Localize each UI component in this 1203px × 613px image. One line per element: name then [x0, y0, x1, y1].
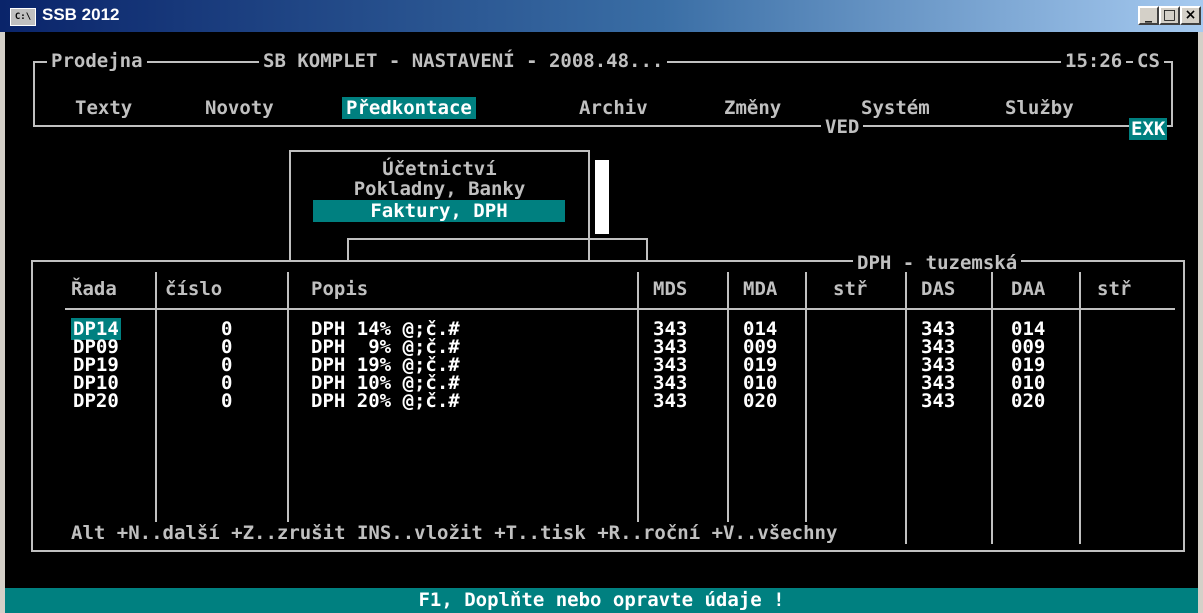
window-frame-right — [1198, 32, 1203, 613]
panel-title: DPH - tuzemská — [853, 252, 1022, 274]
cell-mda[interactable]: 020 — [743, 390, 777, 412]
cell-rada[interactable]: DP20 — [73, 390, 119, 412]
column-header-das[interactable]: DAS — [921, 278, 955, 300]
cell-mds[interactable]: 343 — [653, 390, 687, 412]
cell-popis[interactable]: DPH 20% @;č.# — [311, 390, 460, 412]
column-divider — [1079, 272, 1081, 544]
submenu-item-ucetnictvi[interactable]: Účetnictví — [289, 158, 590, 180]
menu-item-archiv[interactable]: Archiv — [579, 97, 648, 119]
console-window: C:\ SSB 2012 _ □ × Prodejna SB KOMPLET -… — [0, 0, 1203, 613]
window-title: SSB 2012 — [42, 5, 120, 24]
page-title: SB KOMPLET - NASTAVENÍ - 2008.48... — [259, 50, 668, 72]
cell-cislo[interactable]: 0 — [221, 390, 232, 412]
menu-item-novoty[interactable]: Novoty — [205, 97, 274, 119]
close-button[interactable]: × — [1180, 6, 1201, 25]
column-header-str1[interactable]: stř — [833, 278, 867, 300]
exk-label: EXK — [1129, 118, 1168, 140]
status-message: F1, Doplňte nebo opravte údaje ! — [418, 589, 785, 611]
submenu-item-faktury[interactable]: Faktury, DPH — [313, 200, 565, 222]
column-divider — [991, 272, 993, 544]
minimize-button[interactable]: _ — [1138, 6, 1159, 25]
column-divider — [727, 272, 729, 544]
maximize-button[interactable]: □ — [1159, 6, 1180, 25]
column-header-cislo[interactable]: číslo — [165, 278, 222, 300]
menu-item-predkontace[interactable]: Předkontace — [342, 97, 476, 119]
column-divider — [805, 272, 807, 544]
menu-item-texty[interactable]: Texty — [75, 97, 132, 119]
cell-das[interactable]: 343 — [921, 390, 955, 412]
clock: 15:26 — [1061, 50, 1127, 72]
submenu-item-pokladny[interactable]: Pokladny, Banky — [289, 178, 590, 200]
column-header-popis[interactable]: Popis — [311, 278, 368, 300]
column-divider — [905, 272, 907, 544]
store-label: Prodejna — [47, 50, 147, 72]
menu-item-zmeny[interactable]: Změny — [724, 97, 781, 119]
shortcut-hints: Alt +N..další +Z..zrušit INS..vložit +T.… — [67, 522, 842, 544]
column-divider — [155, 272, 157, 544]
column-header-mda[interactable]: MDA — [743, 278, 777, 300]
menu-item-sluzby[interactable]: Služby — [1005, 97, 1074, 119]
menu-item-system[interactable]: Systém — [861, 97, 930, 119]
column-header-daa[interactable]: DAA — [1011, 278, 1045, 300]
ved-label: VED — [821, 116, 864, 138]
console-area[interactable]: Prodejna SB KOMPLET - NASTAVENÍ - 2008.4… — [5, 32, 1198, 613]
column-header-rada[interactable]: Řada — [71, 278, 117, 300]
scroll-indicator — [595, 160, 609, 234]
column-divider — [637, 272, 639, 544]
console-icon: C:\ — [10, 8, 36, 26]
language-code: CS — [1133, 50, 1164, 72]
column-header-str2[interactable]: stř — [1097, 278, 1131, 300]
column-divider — [287, 272, 289, 544]
cell-daa[interactable]: 020 — [1011, 390, 1045, 412]
column-header-mds[interactable]: MDS — [653, 278, 687, 300]
title-bar[interactable]: C:\ SSB 2012 _ □ × — [0, 0, 1203, 32]
status-bar: F1, Doplňte nebo opravte údaje ! — [5, 588, 1198, 613]
header-divider — [65, 308, 1175, 310]
